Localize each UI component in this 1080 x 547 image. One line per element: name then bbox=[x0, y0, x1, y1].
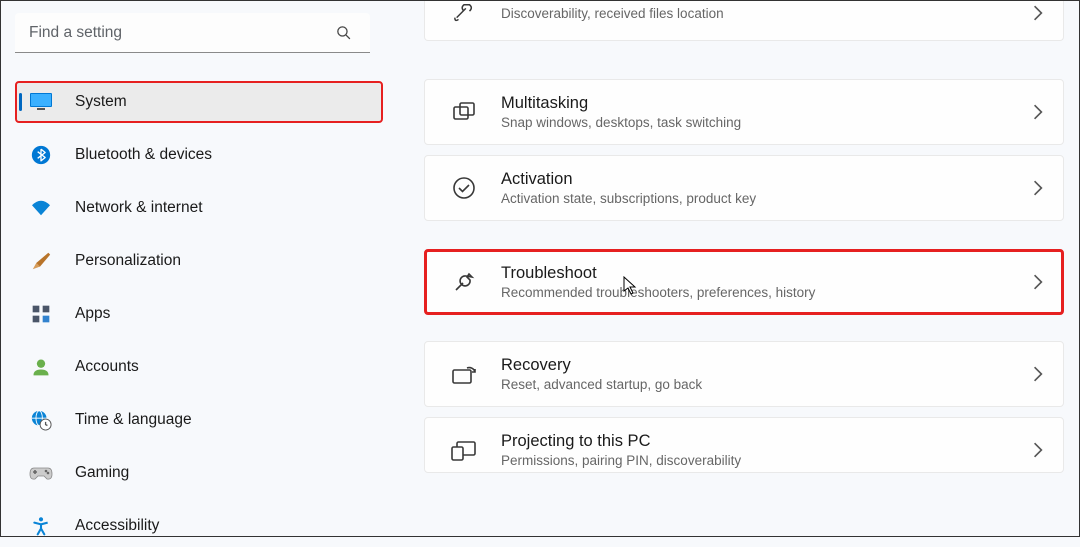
sidebar: System Bluetooth & devices Network & int… bbox=[1, 1, 396, 536]
card-nearby-sharing[interactable]: Nearby sharing Discoverability, received… bbox=[424, 1, 1064, 41]
chevron-right-icon bbox=[1033, 180, 1043, 196]
projecting-icon bbox=[451, 437, 477, 463]
share-icon bbox=[451, 1, 477, 26]
chevron-right-icon bbox=[1033, 274, 1043, 290]
card-title: Multitasking bbox=[501, 94, 1023, 113]
sidebar-item-personalization[interactable]: Personalization bbox=[15, 240, 383, 282]
wifi-icon bbox=[29, 196, 53, 220]
card-subtitle: Permissions, pairing PIN, discoverabilit… bbox=[501, 453, 1023, 468]
globe-clock-icon bbox=[29, 408, 53, 432]
sidebar-item-apps[interactable]: Apps bbox=[15, 293, 383, 335]
wrench-icon bbox=[451, 269, 477, 295]
card-title: Projecting to this PC bbox=[501, 432, 1023, 451]
sidebar-item-label: Network & internet bbox=[75, 199, 203, 217]
sidebar-item-accessibility[interactable]: Accessibility bbox=[15, 505, 383, 547]
sidebar-item-time-language[interactable]: Time & language bbox=[15, 399, 383, 441]
card-recovery[interactable]: Recovery Reset, advanced startup, go bac… bbox=[424, 341, 1064, 407]
card-projecting[interactable]: Projecting to this PC Permissions, pairi… bbox=[424, 417, 1064, 473]
apps-icon bbox=[29, 302, 53, 326]
bluetooth-icon bbox=[29, 143, 53, 167]
display-icon bbox=[29, 90, 53, 114]
recovery-icon bbox=[451, 361, 477, 387]
main-content: Nearby sharing Discoverability, received… bbox=[396, 1, 1079, 536]
sidebar-item-label: Accessibility bbox=[75, 517, 159, 535]
chevron-right-icon bbox=[1033, 442, 1043, 458]
search-wrap bbox=[15, 13, 382, 53]
search-icon[interactable] bbox=[335, 24, 352, 41]
card-subtitle: Snap windows, desktops, task switching bbox=[501, 115, 1023, 130]
card-subtitle: Discoverability, received files location bbox=[501, 6, 1023, 21]
sidebar-item-accounts[interactable]: Accounts bbox=[15, 346, 383, 388]
card-multitasking[interactable]: Multitasking Snap windows, desktops, tas… bbox=[424, 79, 1064, 145]
chevron-right-icon bbox=[1033, 366, 1043, 382]
sidebar-item-system[interactable]: System bbox=[15, 81, 383, 123]
sidebar-item-label: Accounts bbox=[75, 358, 139, 376]
chevron-right-icon bbox=[1033, 104, 1043, 120]
card-activation[interactable]: Activation Activation state, subscriptio… bbox=[424, 155, 1064, 221]
sidebar-item-label: Bluetooth & devices bbox=[75, 146, 212, 164]
check-circle-icon bbox=[451, 175, 477, 201]
sidebar-item-label: Apps bbox=[75, 305, 110, 323]
search-input[interactable] bbox=[15, 13, 370, 53]
card-troubleshoot[interactable]: Troubleshoot Recommended troubleshooters… bbox=[424, 249, 1064, 315]
chevron-right-icon bbox=[1033, 5, 1043, 21]
sidebar-item-bluetooth[interactable]: Bluetooth & devices bbox=[15, 134, 383, 176]
accessibility-icon bbox=[29, 514, 53, 538]
card-subtitle: Recommended troubleshooters, preferences… bbox=[501, 285, 1023, 300]
card-title: Recovery bbox=[501, 356, 1023, 375]
sidebar-item-gaming[interactable]: Gaming bbox=[15, 452, 383, 494]
sidebar-item-label: Time & language bbox=[75, 411, 192, 429]
card-subtitle: Reset, advanced startup, go back bbox=[501, 377, 1023, 392]
gamepad-icon bbox=[29, 461, 53, 485]
sidebar-item-network[interactable]: Network & internet bbox=[15, 187, 383, 229]
card-title: Activation bbox=[501, 170, 1023, 189]
card-title: Troubleshoot bbox=[501, 264, 1023, 283]
sidebar-item-label: Personalization bbox=[75, 252, 181, 270]
card-subtitle: Activation state, subscriptions, product… bbox=[501, 191, 1023, 206]
multitasking-icon bbox=[451, 99, 477, 125]
sidebar-item-label: System bbox=[75, 93, 127, 111]
paintbrush-icon bbox=[29, 249, 53, 273]
person-icon bbox=[29, 355, 53, 379]
sidebar-item-label: Gaming bbox=[75, 464, 129, 482]
